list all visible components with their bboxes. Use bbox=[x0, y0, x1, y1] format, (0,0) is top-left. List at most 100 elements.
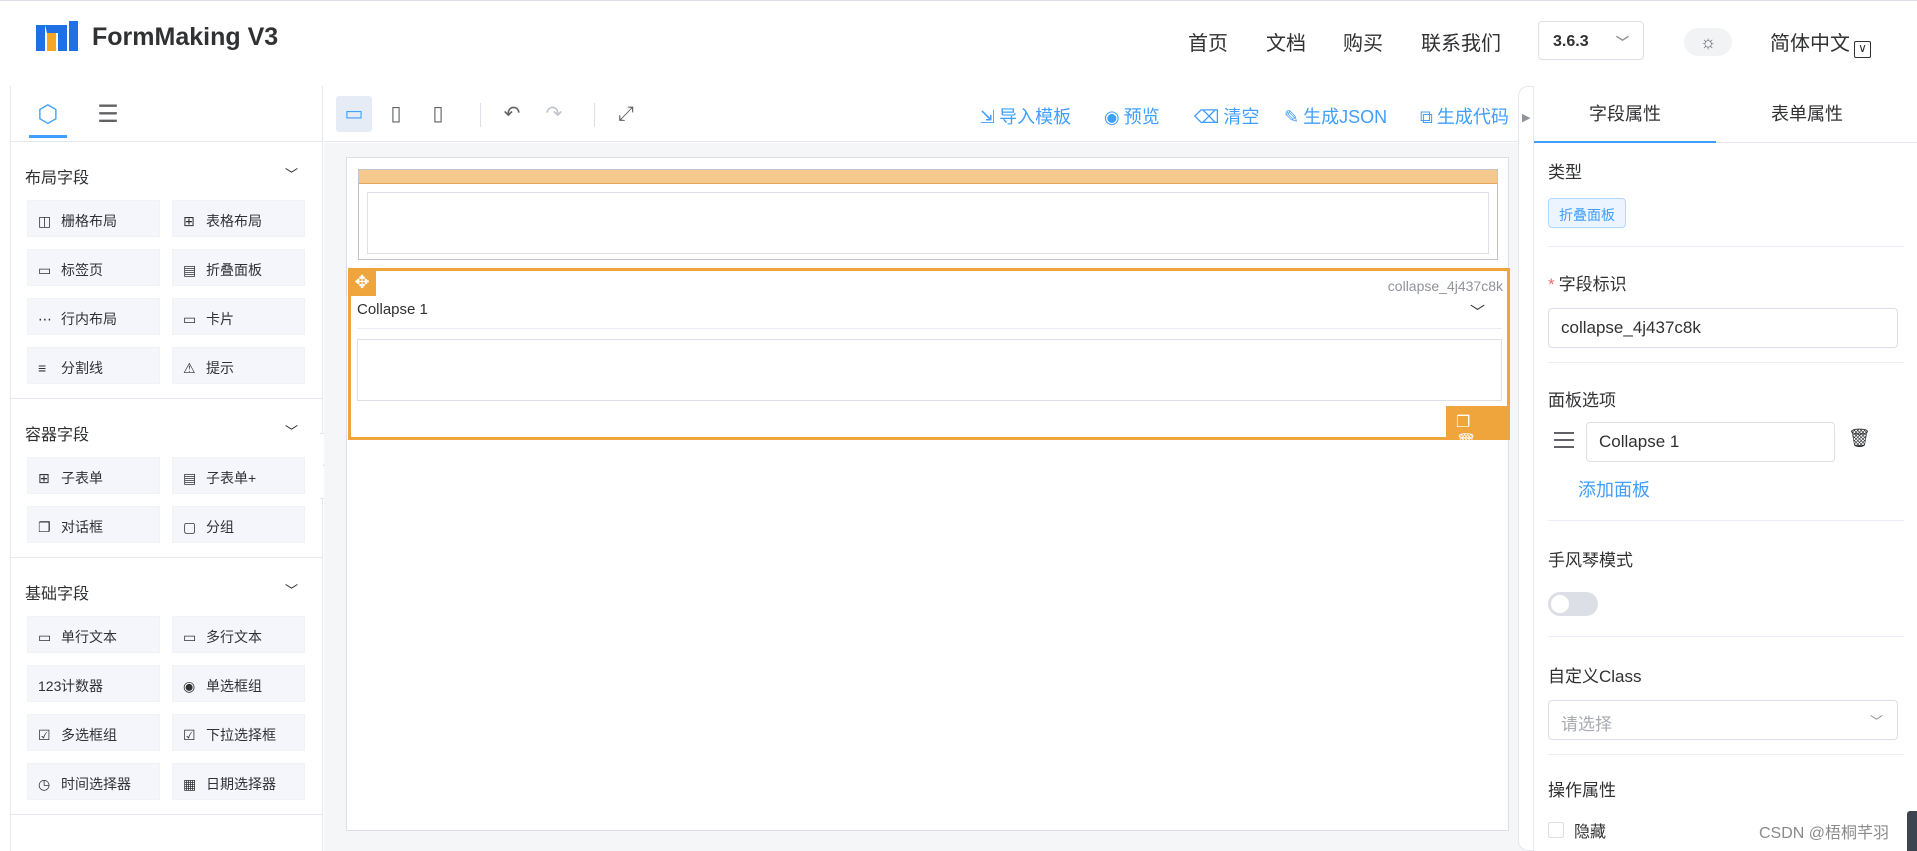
preview-label: 预览 bbox=[1123, 107, 1160, 127]
field-item-label: 多选框组 bbox=[61, 727, 117, 743]
chevron-down-icon: ﹀ bbox=[284, 424, 298, 439]
redo-icon: ↷ bbox=[545, 103, 563, 125]
field-item-label: 表格布局 bbox=[206, 213, 262, 229]
drag-handle-icon[interactable] bbox=[1554, 432, 1574, 453]
chevron-down-icon: ∨ bbox=[1854, 41, 1871, 58]
field-item-label: 日期选择器 bbox=[206, 776, 276, 792]
redo-button[interactable]: ↷ bbox=[536, 96, 572, 132]
selected-collapse-widget[interactable]: ✥ collapse_4j437c8k Collapse 1 ﹀ ❐ 🗑 bbox=[348, 268, 1510, 451]
custom-class-select[interactable]: 请选择 ﹀ bbox=[1548, 700, 1898, 740]
section-header[interactable]: 布局字段 ﹀ bbox=[11, 142, 322, 200]
field-item[interactable]: ❐ 对话框 bbox=[27, 506, 160, 543]
field-item[interactable]: ⊞ 表格布局 bbox=[172, 200, 305, 237]
tablet-view-button[interactable]: ▯ bbox=[378, 96, 414, 132]
field-item[interactable]: ▭ 单行文本 bbox=[27, 616, 160, 653]
nav-home[interactable]: 首页 bbox=[1188, 27, 1228, 56]
fullscreen-icon: ⤢ bbox=[618, 103, 634, 125]
field-id-input[interactable]: collapse_4j437c8k bbox=[1548, 308, 1898, 348]
copy-icon[interactable]: ❐ bbox=[1456, 414, 1470, 431]
scrollbar-thumb[interactable] bbox=[1907, 811, 1917, 851]
field-item[interactable]: ▦ 日期选择器 bbox=[172, 763, 305, 800]
undo-button[interactable]: ↶ bbox=[494, 96, 530, 132]
alert-icon: ⚠ bbox=[183, 360, 196, 376]
collapse-widget[interactable] bbox=[358, 169, 1498, 260]
hide-checkbox-label: 隐藏 bbox=[1574, 824, 1607, 841]
field-item[interactable]: ▤ 折叠面板 bbox=[172, 249, 305, 286]
pc-view-button[interactable]: ▭ bbox=[336, 96, 372, 132]
top-bar: FormMaking V3 首页 文档 购买 联系我们 3.6.3 ﹀ ☼ 简体… bbox=[0, 0, 1917, 84]
language-label: 简体中文 bbox=[1770, 33, 1850, 55]
mobile-icon: ▯ bbox=[432, 103, 444, 125]
section-header[interactable]: 基础字段 ﹀ bbox=[11, 558, 322, 616]
left-tabs: ⬡ ☰ bbox=[11, 86, 322, 142]
generate-json-button[interactable]: ✎ 生成JSON bbox=[1284, 103, 1387, 129]
section-header[interactable]: 容器字段 ﹀ bbox=[11, 399, 322, 457]
table-layout-icon: ⊞ bbox=[183, 213, 195, 229]
generate-code-button[interactable]: ⧉ 生成代码 bbox=[1420, 103, 1509, 129]
theme-toggle[interactable]: ☼ bbox=[1684, 28, 1732, 56]
delete-icon[interactable]: 🗑 bbox=[1456, 434, 1476, 451]
collapse-icon: ▤ bbox=[183, 262, 197, 278]
tab-components[interactable]: ⬡ bbox=[29, 100, 67, 138]
field-item[interactable]: ⊞ 子表单 bbox=[27, 457, 160, 494]
mobile-view-button[interactable]: ▯ bbox=[420, 96, 456, 132]
collapse-item-title[interactable]: Collapse 1 bbox=[357, 301, 428, 318]
field-item[interactable]: ▭ 卡片 bbox=[172, 298, 305, 335]
field-item-label: 行内布局 bbox=[61, 311, 117, 327]
field-item[interactable]: ⋯ 行内布局 bbox=[27, 298, 160, 335]
number-icon: 123 bbox=[38, 678, 62, 694]
nav-docs[interactable]: 文档 bbox=[1266, 27, 1306, 56]
hide-checkbox[interactable] bbox=[1548, 822, 1564, 838]
field-item[interactable]: ▢ 分组 bbox=[172, 506, 305, 543]
tab-field-properties[interactable]: 字段属性 bbox=[1534, 86, 1716, 143]
preview-button[interactable]: ◉ 预览 bbox=[1104, 103, 1160, 129]
logo-icon bbox=[36, 21, 78, 51]
tab-outline[interactable]: ☰ bbox=[89, 100, 127, 138]
widget-id-label: collapse_4j437c8k bbox=[1387, 278, 1503, 294]
separator bbox=[1548, 362, 1904, 363]
field-item-label: 时间选择器 bbox=[61, 776, 131, 792]
right-panel: 字段属性 表单属性 类型 折叠面板 * 字段标识 collapse_4j437c8… bbox=[1533, 86, 1917, 851]
watermark: CSDN @梧桐芊羽 bbox=[1758, 825, 1889, 842]
field-grid: ◫ 栅格布局 ⊞ 表格布局 ▭ 标签页 ▤ 折叠面板 ⋯ 行内布局 ▭ 卡片 ≡ 分割线 ⚠ 提示 bbox=[11, 200, 322, 384]
section-title: 容器字段 bbox=[25, 427, 90, 444]
field-item[interactable]: ≡ 分割线 bbox=[27, 347, 160, 384]
accordion-label: 手风琴模式 bbox=[1548, 551, 1633, 570]
language-select[interactable]: 简体中文 ∨ bbox=[1770, 27, 1871, 58]
field-item[interactable]: ▭ 多行文本 bbox=[172, 616, 305, 653]
field-item[interactable]: ▭ 标签页 bbox=[27, 249, 160, 286]
tablet-icon: ▯ bbox=[390, 103, 402, 125]
collapse-widget-body[interactable] bbox=[367, 192, 1489, 254]
generate-code-label: 生成代码 bbox=[1436, 107, 1509, 127]
field-item[interactable]: ◫ 栅格布局 bbox=[27, 200, 160, 237]
field-item-label: 标签页 bbox=[61, 262, 103, 278]
operation-label: 操作属性 bbox=[1548, 781, 1616, 800]
version-value: 3.6.3 bbox=[1553, 33, 1589, 50]
card-icon: ▭ bbox=[183, 311, 197, 327]
field-item[interactable]: ☑ 下拉选择框 bbox=[172, 714, 305, 751]
collapse-item-dropzone[interactable] bbox=[357, 339, 1502, 401]
import-icon: ⇲ bbox=[980, 107, 996, 127]
nav-buy[interactable]: 购买 bbox=[1343, 27, 1383, 56]
nav-contact[interactable]: 联系我们 bbox=[1421, 27, 1501, 56]
clear-button[interactable]: ⌫ 清空 bbox=[1194, 103, 1259, 129]
tab-form-properties[interactable]: 表单属性 bbox=[1716, 86, 1898, 143]
field-item[interactable]: ☑ 多选框组 bbox=[27, 714, 160, 751]
section-divider bbox=[11, 814, 322, 815]
trash-icon[interactable]: 🗑 bbox=[1848, 428, 1871, 449]
panel-option-input[interactable]: Collapse 1 bbox=[1586, 422, 1835, 462]
field-item[interactable]: ◷ 时间选择器 bbox=[27, 763, 160, 800]
field-item[interactable]: ▤ 子表单+ bbox=[172, 457, 305, 494]
form-canvas[interactable]: ✥ collapse_4j437c8k Collapse 1 ﹀ ❐ 🗑 bbox=[346, 157, 1510, 831]
field-item[interactable]: ⚠ 提示 bbox=[172, 347, 305, 384]
chevron-down-icon[interactable]: ﹀ bbox=[1470, 301, 1485, 322]
fullscreen-button[interactable]: ⤢ bbox=[608, 96, 644, 132]
field-item[interactable]: ◉ 单选框组 bbox=[172, 665, 305, 702]
import-template-button[interactable]: ⇲ 导入模板 bbox=[980, 103, 1071, 129]
version-select[interactable]: 3.6.3 ﹀ bbox=[1538, 21, 1644, 60]
field-item[interactable]: 123计数器 bbox=[27, 665, 160, 702]
add-panel-link[interactable]: 添加面板 bbox=[1578, 476, 1650, 502]
dialog-icon: ❐ bbox=[38, 519, 51, 535]
accordion-switch[interactable] bbox=[1548, 592, 1598, 616]
move-handle[interactable]: ✥ bbox=[348, 268, 376, 296]
